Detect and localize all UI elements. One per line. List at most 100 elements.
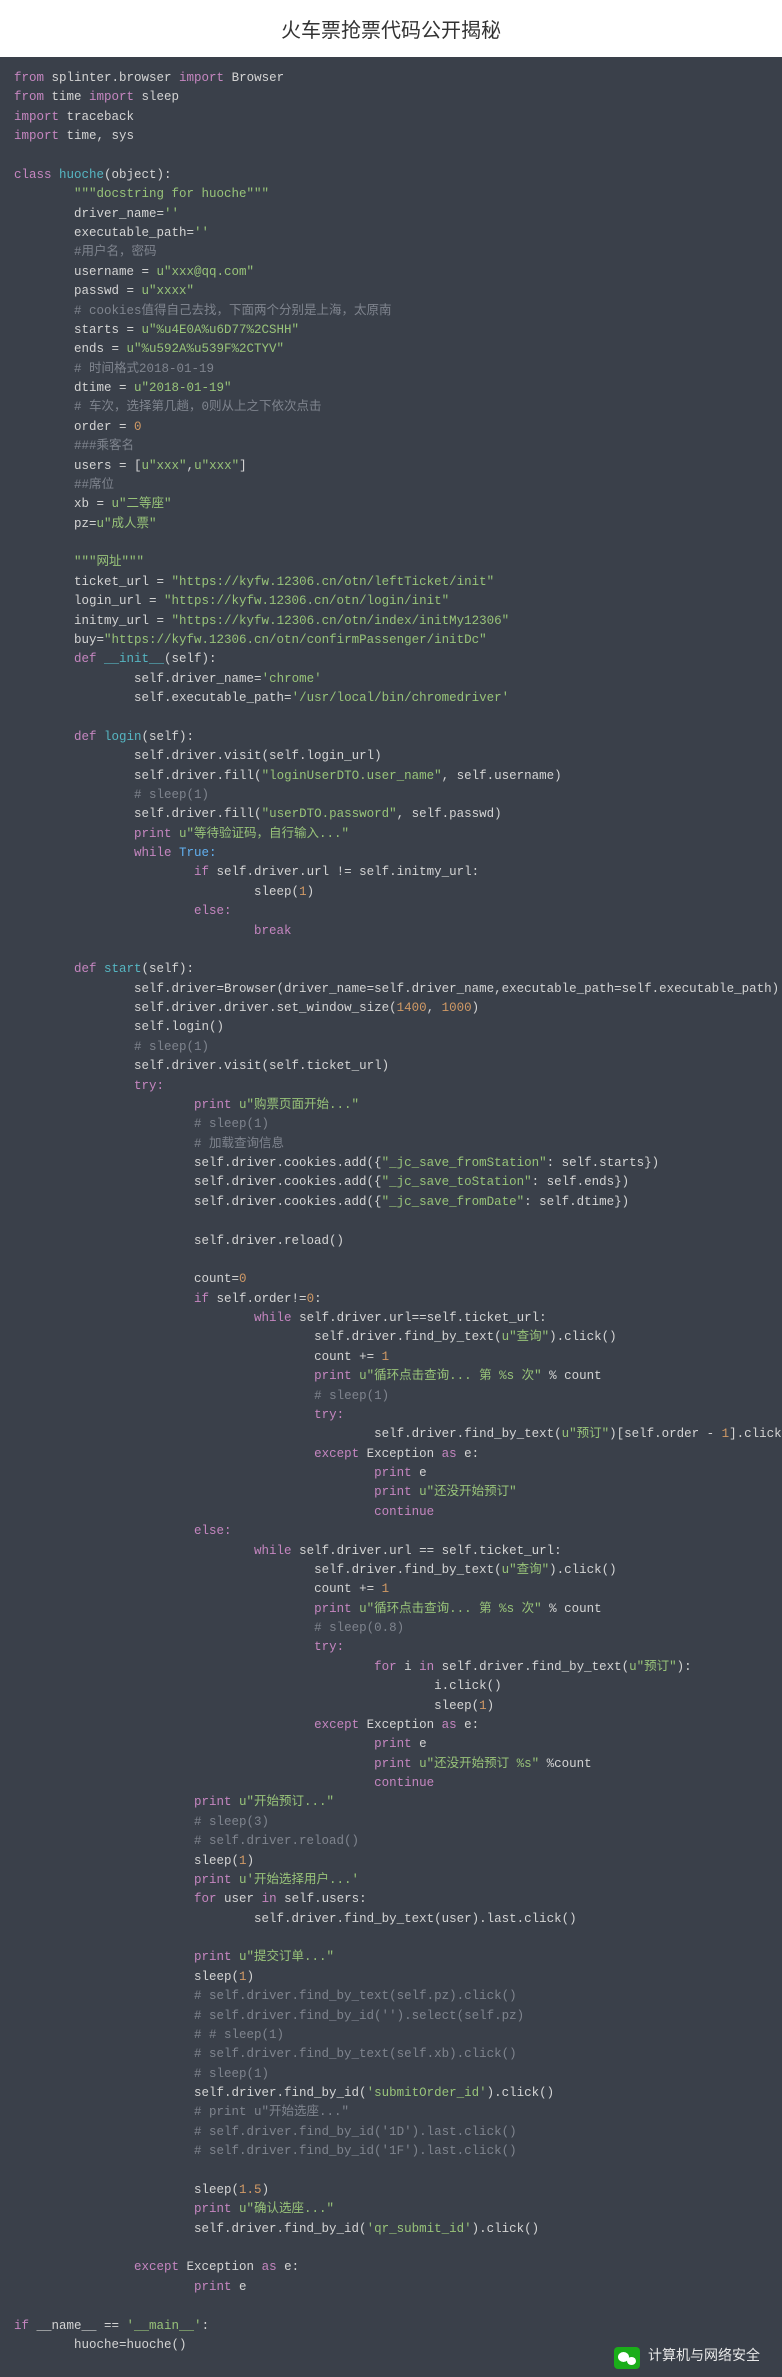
code: sleep(: [194, 2183, 239, 2197]
code: "userDTO.password": [262, 807, 397, 821]
code: self.driver.fill(: [134, 769, 262, 783]
code: 1: [239, 1854, 247, 1868]
code: "https://kyfw.12306.cn/otn/leftTicket/in…: [172, 575, 495, 589]
code: initmy_url =: [74, 614, 172, 628]
code: __init__: [97, 652, 165, 666]
code: continue: [374, 1505, 434, 1519]
code: pz=: [74, 517, 97, 531]
code: sleep(: [434, 1699, 479, 1713]
code: % count: [542, 1602, 602, 1616]
code: # # sleep(1): [194, 2028, 284, 2042]
code: continue: [374, 1776, 434, 1790]
code: # cookies值得自己去找，下面两个分别是上海，太原南: [74, 304, 392, 318]
code: import: [179, 71, 224, 85]
code: Exception: [359, 1447, 442, 1461]
code: self.driver.find_by_text(: [314, 1330, 502, 1344]
code: self.driver.cookies.add({: [194, 1156, 382, 1170]
code: u"等待验证码，自行输入...": [172, 827, 350, 841]
code: def: [74, 962, 97, 976]
code: "https://kyfw.12306.cn/otn/login/init": [164, 594, 449, 608]
code: print: [194, 2202, 232, 2216]
code: Browser: [224, 71, 284, 85]
code: ##席位: [74, 478, 114, 492]
code: self.users:: [277, 1892, 367, 1906]
code: # sleep(1): [194, 1117, 269, 1131]
code: time: [44, 90, 89, 104]
code: e: [412, 1737, 427, 1751]
code: else:: [194, 1524, 232, 1538]
code: for: [194, 1892, 217, 1906]
code: if: [14, 2319, 29, 2333]
code: username =: [74, 265, 157, 279]
code: # 时间格式2018-01-19: [74, 362, 214, 376]
code: :: [202, 2319, 210, 2333]
code: e: [232, 2280, 247, 2294]
code: sleep(: [194, 1970, 239, 1984]
code: print: [194, 2280, 232, 2294]
code: u"循环点击查询... 第 %s 次": [352, 1602, 542, 1616]
code: : self.starts}): [547, 1156, 660, 1170]
code: # sleep(1): [314, 1389, 389, 1403]
code: ).click(): [487, 2086, 555, 2100]
code: break: [254, 924, 292, 938]
code: 0: [239, 1272, 247, 1286]
code: ):: [677, 1660, 692, 1674]
code: except: [134, 2260, 179, 2274]
code: self.driver.url == self.ticket_url:: [292, 1544, 562, 1558]
code: "loginUserDTO.user_name": [262, 769, 442, 783]
code: self.driver.find_by_id(: [194, 2222, 367, 2236]
code: : self.dtime}): [524, 1195, 629, 1209]
code: try:: [134, 1079, 164, 1093]
code: self.driver.driver.set_window_size(: [134, 1001, 397, 1015]
code: ): [307, 885, 315, 899]
code: self.driver.fill(: [134, 807, 262, 821]
code: ends =: [74, 342, 127, 356]
code: u"xxx": [194, 459, 239, 473]
code: self.login(): [134, 1020, 224, 1034]
code: import: [14, 110, 59, 124]
code: # sleep(1): [134, 788, 209, 802]
code: except: [314, 1718, 359, 1732]
code: sleep(: [254, 885, 299, 899]
code: self.driver.visit(self.ticket_url): [134, 1059, 389, 1073]
code: ).click(): [549, 1563, 617, 1577]
code: self.driver.url==self.ticket_url:: [292, 1311, 547, 1325]
code: self.driver.find_by_text(: [314, 1563, 502, 1577]
code: 1000: [442, 1001, 472, 1015]
code: except: [314, 1447, 359, 1461]
code: in: [262, 1892, 277, 1906]
code: print: [194, 1795, 232, 1809]
code: print: [134, 827, 172, 841]
code: time, sys: [59, 129, 134, 143]
code: u"成人票": [97, 517, 157, 531]
code: self.driver.find_by_text(user).last.clic…: [254, 1912, 577, 1926]
code: # self.driver.find_by_id('1D').last.clic…: [194, 2125, 517, 2139]
code: from: [14, 71, 44, 85]
code: "https://kyfw.12306.cn/otn/confirmPassen…: [104, 633, 487, 647]
code: print: [314, 1369, 352, 1383]
code: order =: [74, 420, 134, 434]
code: ticket_url =: [74, 575, 172, 589]
code: # print u"开始选座...": [194, 2105, 349, 2119]
code: u"2018-01-19": [134, 381, 232, 395]
code: )[self.order -: [609, 1427, 722, 1441]
footer-text: 计算机与网络安全: [648, 2347, 760, 2369]
code: : self.ends}): [532, 1175, 630, 1189]
code: , self.passwd): [397, 807, 502, 821]
code: self.order!=: [209, 1292, 307, 1306]
code: print: [374, 1485, 412, 1499]
code: dtime =: [74, 381, 134, 395]
code: True:: [172, 846, 217, 860]
code: u"预订": [562, 1427, 610, 1441]
code: start: [97, 962, 142, 976]
code: # 车次，选择第几趟，0则从上之下依次点击: [74, 400, 322, 414]
code: # self.driver.find_by_text(self.xb).clic…: [194, 2047, 517, 2061]
code: huoche=huoche(): [74, 2338, 187, 2352]
code: u"购票页面开始...": [232, 1098, 360, 1112]
code: def: [74, 652, 97, 666]
code: user: [217, 1892, 262, 1906]
code: else:: [194, 904, 232, 918]
code: sleep(: [194, 1854, 239, 1868]
code: self.driver.find_by_text(: [374, 1427, 562, 1441]
code: (self):: [142, 730, 195, 744]
